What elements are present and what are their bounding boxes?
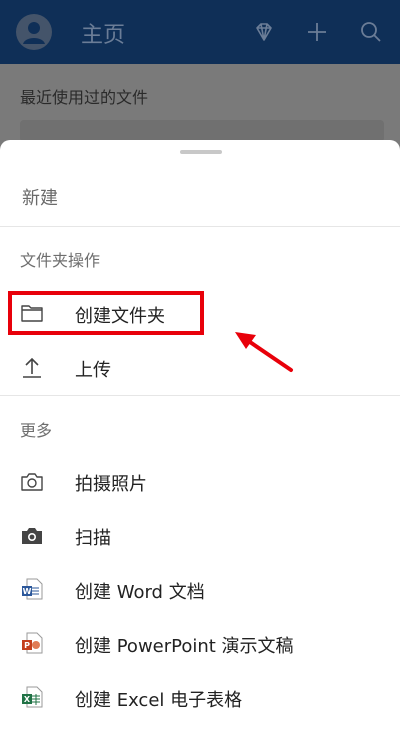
camera-filled-icon [22,528,42,544]
more-section: 更多 [20,421,53,440]
divider [0,226,400,227]
divider [0,395,400,396]
avatar-icon [23,22,45,44]
new-label: 新建 [22,188,58,209]
scan-item[interactable]: 扫描 [0,510,400,562]
create-excel-item[interactable]: X 创建 Excel 电子表格 [0,672,400,724]
app-header: 主页 [0,0,400,64]
excel-icon: X [22,686,43,708]
folder-actions-section: 文件夹操作 [20,251,101,270]
svg-text:X: X [24,695,31,704]
recent-file-placeholder [20,120,384,142]
create-excel-label: 创建 Excel 电子表格 [75,690,243,711]
svg-text:P: P [24,641,30,650]
create-word-item[interactable]: W 创建 Word 文档 [0,564,400,616]
scan-label: 扫描 [75,528,111,549]
upload-icon [23,357,41,378]
create-ppt-item[interactable]: P 创建 PowerPoint 演示文稿 [0,618,400,670]
highlight-box [8,291,204,335]
create-word-label: 创建 Word 文档 [75,582,205,603]
annotation-arrow-icon [235,332,293,372]
take-photo-label: 拍摄照片 [75,474,147,495]
page-title: 主页 [81,23,126,48]
diamond-icon[interactable] [252,20,276,44]
upload-label: 上传 [75,360,111,381]
search-icon[interactable] [359,20,383,44]
recent-files-title: 最近使用过的文件 [20,88,149,107]
word-icon: W [22,578,43,600]
take-photo-item[interactable]: 拍摄照片 [0,456,400,508]
plus-icon[interactable] [305,20,329,44]
powerpoint-icon: P [22,632,43,654]
svg-text:W: W [23,587,32,596]
camera-outline-icon [21,473,43,491]
create-bottom-sheet: 新建 文件夹操作 创建文件夹 上传 更多 拍摄照片 扫描 W 创建 Word 文… [0,140,400,729]
create-ppt-label: 创建 PowerPoint 演示文稿 [75,636,294,657]
upload-item[interactable]: 上传 [0,342,400,394]
sheet-drag-handle[interactable] [180,150,222,154]
avatar[interactable] [16,14,52,50]
